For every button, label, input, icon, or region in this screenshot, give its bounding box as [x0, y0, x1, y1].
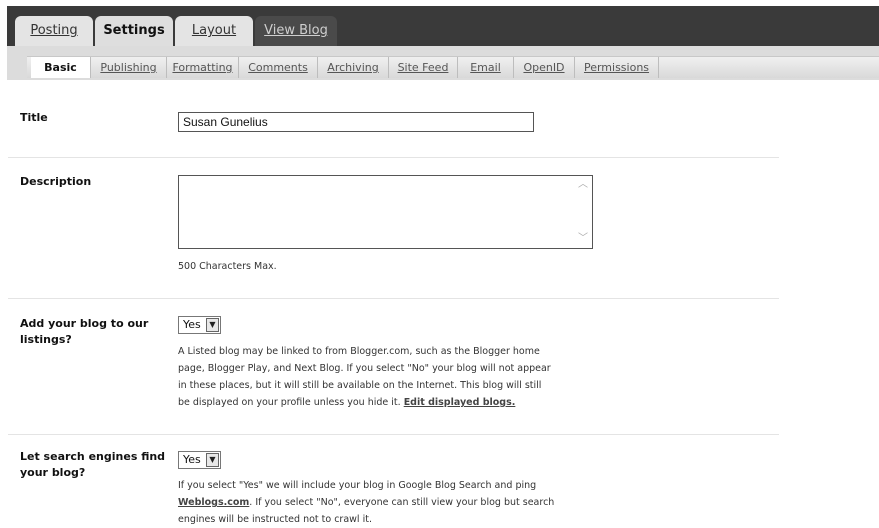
title-label: Title: [20, 111, 48, 124]
listings-select-value: Yes: [183, 318, 201, 331]
tab-layout[interactable]: Layout: [175, 16, 253, 46]
listings-desc-line4-text: be displayed on your profile unless you …: [178, 397, 401, 408]
description-textarea[interactable]: ︿ ﹀: [178, 175, 593, 249]
divider: [8, 298, 779, 299]
subtab-basic[interactable]: Basic: [31, 57, 91, 78]
tab-posting[interactable]: Posting: [15, 16, 93, 46]
subtab-comments[interactable]: Comments: [239, 57, 318, 78]
subtab-permissions[interactable]: Permissions: [575, 57, 659, 78]
subtab-formatting[interactable]: Formatting: [167, 57, 239, 78]
divider: [8, 434, 779, 435]
listings-desc-line2: page, Blogger Play, and Next Blog. If yo…: [178, 363, 551, 374]
sub-tab-bar: Basic Publishing Formatting Comments Arc…: [7, 46, 879, 80]
divider: [8, 157, 779, 158]
search-select-value: Yes: [183, 453, 201, 466]
tab-view-blog[interactable]: View Blog: [255, 16, 337, 46]
chevron-down-icon[interactable]: ▼: [206, 318, 219, 332]
chevron-down-icon[interactable]: ▼: [206, 453, 219, 467]
weblogs-link[interactable]: Weblogs.com: [178, 497, 249, 508]
edit-displayed-blogs-link[interactable]: Edit displayed blogs.: [404, 397, 516, 408]
subtab-email[interactable]: Email: [458, 57, 514, 78]
subtab-site-feed[interactable]: Site Feed: [389, 57, 458, 78]
sub-tab-strip: Basic Publishing Formatting Comments Arc…: [27, 56, 879, 78]
listings-desc-line1: A Listed blog may be linked to from Blog…: [178, 346, 540, 357]
description-label: Description: [20, 175, 92, 188]
tab-settings[interactable]: Settings: [95, 16, 173, 46]
search-desc-line3: engines will be instructed not to crawl …: [178, 514, 372, 525]
subtab-archiving[interactable]: Archiving: [318, 57, 389, 78]
listings-desc-line3: in these places, but it will still be av…: [178, 380, 542, 391]
scroll-up-icon[interactable]: ︿: [576, 178, 590, 192]
search-desc-line2-text: . If you select "No", everyone can still…: [249, 497, 555, 508]
search-desc-line1: If you select "Yes" we will include your…: [178, 480, 537, 491]
description-hint: 500 Characters Max.: [178, 261, 277, 272]
search-description: If you select "Yes" we will include your…: [178, 477, 568, 528]
subtab-openid[interactable]: OpenID: [514, 57, 575, 78]
listings-description: A Listed blog may be linked to from Blog…: [178, 343, 558, 411]
listings-desc-line4: be displayed on your profile unless you …: [178, 394, 558, 411]
subtab-publishing[interactable]: Publishing: [91, 57, 167, 78]
listings-label-line2: listings?: [20, 333, 72, 346]
top-tab-bar: Posting Settings Layout View Blog: [7, 6, 879, 46]
search-select[interactable]: Yes ▼: [178, 451, 221, 469]
search-label-line2: your blog?: [20, 466, 86, 479]
scroll-down-icon[interactable]: ﹀: [576, 232, 590, 246]
title-input[interactable]: [178, 112, 534, 132]
search-desc-line2: Weblogs.com. If you select "No", everyon…: [178, 494, 568, 511]
listings-select[interactable]: Yes ▼: [178, 316, 221, 334]
